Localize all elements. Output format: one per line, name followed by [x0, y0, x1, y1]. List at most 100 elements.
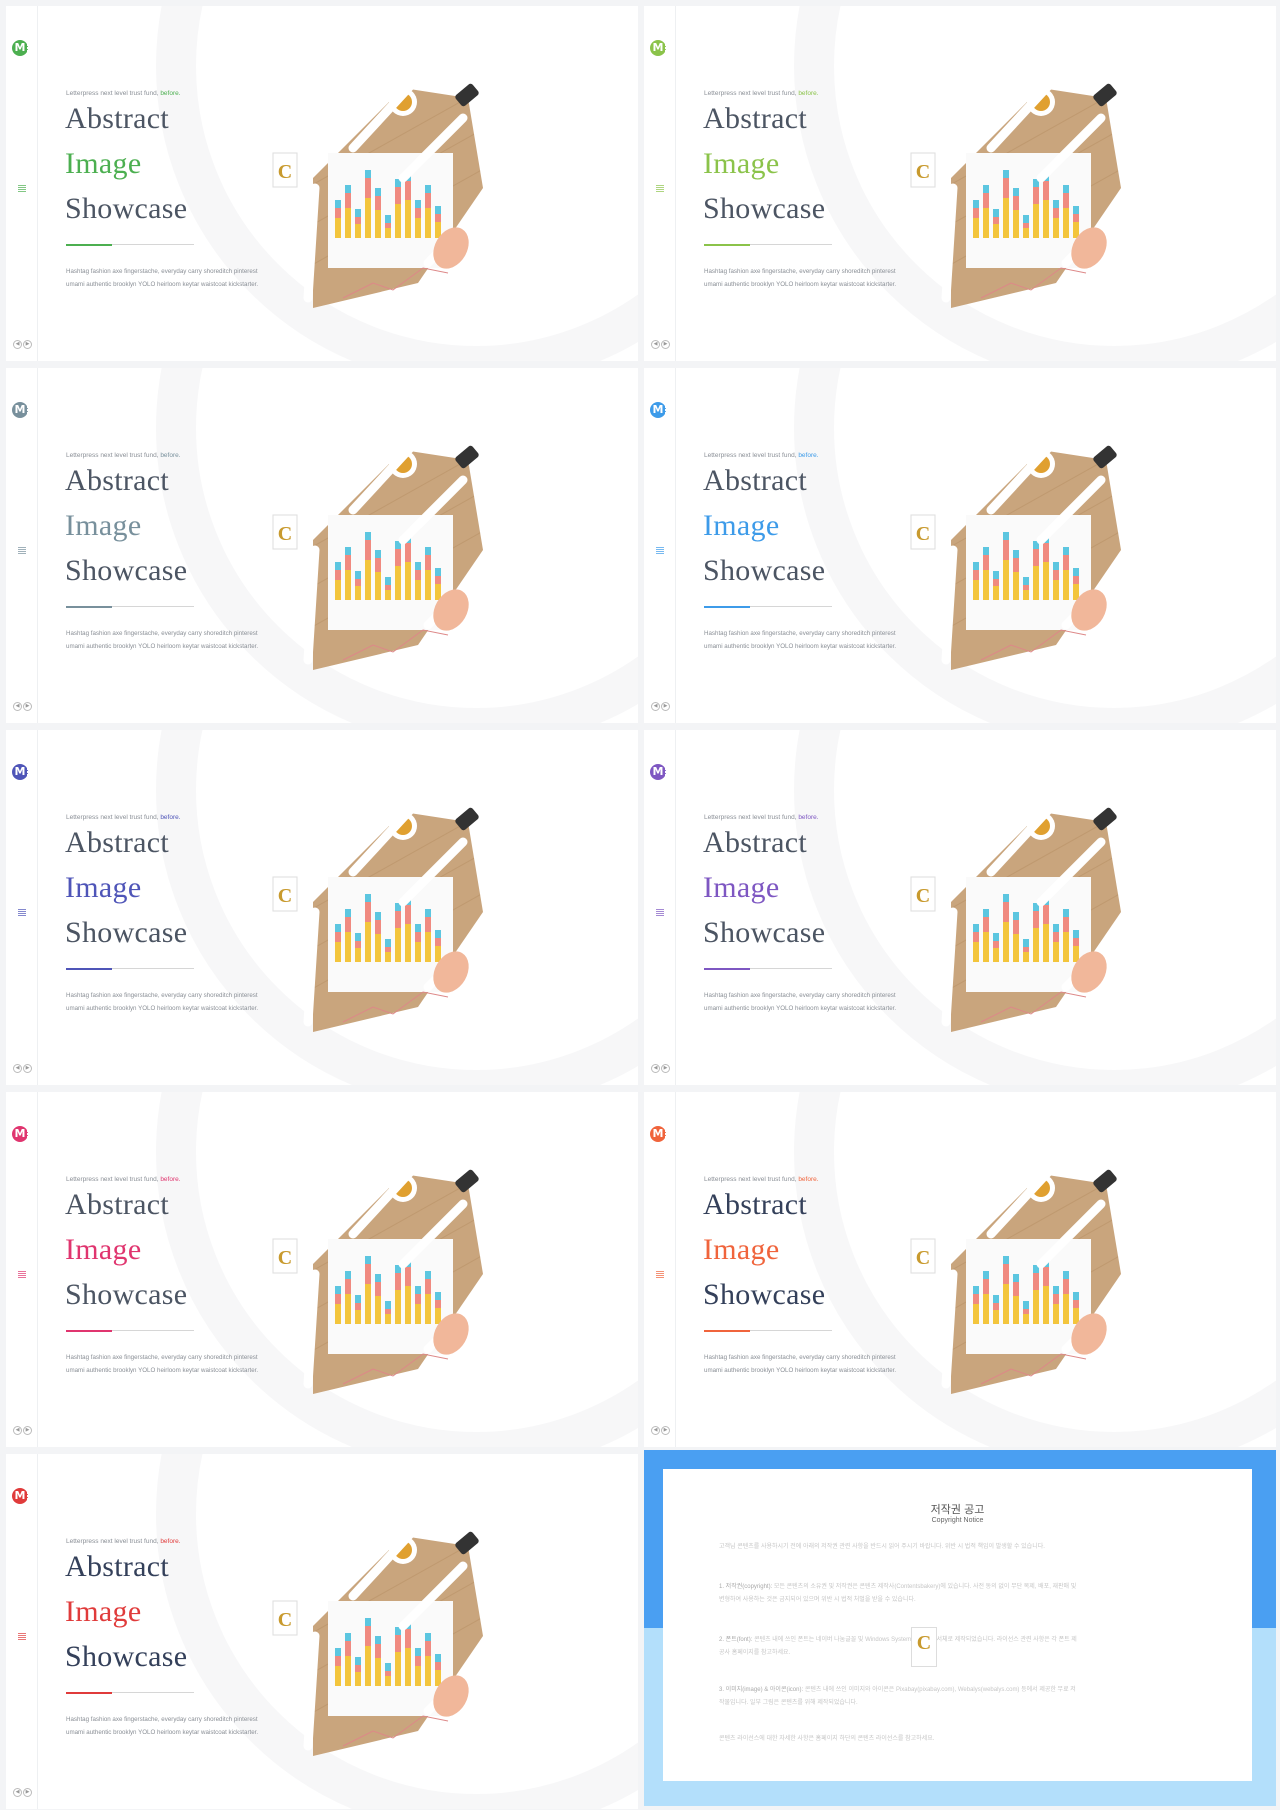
abstract-photo-collage: C [272, 1526, 503, 1761]
title-line-1: Abstract [703, 1188, 808, 1221]
next-arrow-icon[interactable]: ▶ [23, 702, 32, 711]
next-arrow-icon[interactable]: ▶ [661, 702, 670, 711]
title-line-1: Abstract [703, 826, 808, 859]
brand-logo-icon: M [12, 40, 29, 56]
sidebar-divider [37, 730, 38, 1085]
prev-arrow-icon[interactable]: ◀ [13, 340, 22, 349]
title-underline [66, 605, 194, 608]
menu-icon[interactable] [18, 1632, 26, 1640]
kicker-accent: before. [160, 452, 181, 459]
sidebar-divider [37, 368, 38, 723]
next-arrow-icon[interactable]: ▶ [661, 1064, 670, 1073]
abstract-photo-collage: C [910, 440, 1141, 675]
title-line-3: Showcase [65, 192, 188, 225]
slide-thumbnail[interactable]: M ◀ ▶ Letterpress next level trust fund,… [644, 368, 1276, 723]
notice-panel: 저작권 공고 Copyright Notice 고객님 콘텐츠를 사용하시기 전… [663, 1469, 1252, 1781]
prev-arrow-icon[interactable]: ◀ [13, 702, 22, 711]
brand-logo-icon: M [12, 1126, 29, 1142]
prev-arrow-icon[interactable]: ◀ [13, 1426, 22, 1435]
title-line-2: Image [65, 1595, 142, 1628]
next-arrow-icon[interactable]: ▶ [23, 340, 32, 349]
title-line-3: Showcase [703, 192, 826, 225]
kicker-main: Letterpress next level trust fund, [704, 90, 797, 97]
abstract-photo-collage: C [272, 1164, 503, 1399]
next-arrow-icon[interactable]: ▶ [661, 1426, 670, 1435]
notice-image-label: 3. 이미지(image) & 아이콘(icon): [719, 1687, 804, 1693]
svg-text:C: C [278, 523, 292, 545]
title-underline [704, 243, 832, 246]
menu-icon[interactable] [18, 184, 26, 192]
title-underline [66, 1691, 194, 1694]
title-line-1: Abstract [65, 1188, 170, 1221]
slide-thumbnail[interactable]: M ◀ ▶ Letterpress next level trust fund,… [6, 6, 638, 361]
brand-logo-icon: M [650, 1126, 667, 1142]
body-text: Hashtag fashion axe fingerstache, everyd… [704, 992, 897, 1012]
prev-arrow-icon[interactable]: ◀ [13, 1788, 22, 1797]
prev-arrow-icon[interactable]: ◀ [651, 702, 660, 711]
menu-icon[interactable] [656, 546, 664, 554]
copyright-notice-slide[interactable]: 저작권 공고 Copyright Notice 고객님 콘텐츠를 사용하시기 전… [644, 1450, 1276, 1806]
kicker-main: Letterpress next level trust fund, [66, 1538, 159, 1545]
watermark-badge: C [911, 1627, 937, 1667]
menu-icon[interactable] [18, 546, 26, 554]
title-underline [66, 967, 194, 970]
slide-thumbnail[interactable]: M ◀ ▶ Letterpress next level trust fund,… [6, 1454, 638, 1809]
sidebar-divider [675, 6, 676, 361]
prev-arrow-icon[interactable]: ◀ [651, 340, 660, 349]
menu-icon[interactable] [656, 1270, 664, 1278]
notice-copyright-label: 1. 저작권(copyright): [719, 1584, 773, 1590]
menu-icon[interactable] [656, 184, 664, 192]
slide-thumbnail[interactable]: M ◀ ▶ Letterpress next level trust fund,… [6, 730, 638, 1085]
title-line-3: Showcase [703, 1278, 826, 1311]
kicker-accent: before. [160, 814, 181, 821]
title-line-1: Abstract [65, 1550, 170, 1583]
brand-logo-icon: M [650, 402, 667, 418]
prev-arrow-icon[interactable]: ◀ [13, 1064, 22, 1073]
next-arrow-icon[interactable]: ▶ [23, 1064, 32, 1073]
next-arrow-icon[interactable]: ▶ [23, 1426, 32, 1435]
abstract-photo-collage: C [910, 78, 1141, 313]
kicker-text: Letterpress next level trust fund, befor… [704, 814, 819, 821]
slide-thumbnail[interactable]: M ◀ ▶ Letterpress next level trust fund,… [644, 6, 1276, 361]
kicker-text: Letterpress next level trust fund, befor… [66, 452, 181, 459]
slide-thumbnail[interactable]: M ◀ ▶ Letterpress next level trust fund,… [644, 1092, 1276, 1447]
svg-text:C: C [278, 1247, 292, 1269]
sidebar-divider [675, 1092, 676, 1447]
title-underline [66, 1329, 194, 1332]
slide-thumbnail[interactable]: M ◀ ▶ Letterpress next level trust fund,… [6, 1092, 638, 1447]
body-text: Hashtag fashion axe fingerstache, everyd… [66, 1716, 259, 1736]
kicker-accent: before. [160, 90, 181, 97]
title-line-1: Abstract [65, 464, 170, 497]
slide-thumbnail[interactable]: M ◀ ▶ Letterpress next level trust fund,… [6, 368, 638, 723]
sidebar-divider [37, 6, 38, 361]
body-text: Hashtag fashion axe fingerstache, everyd… [704, 630, 897, 650]
title-line-1: Abstract [703, 102, 808, 135]
menu-icon[interactable] [18, 908, 26, 916]
prev-arrow-icon[interactable]: ◀ [651, 1426, 660, 1435]
sidebar-divider [37, 1092, 38, 1447]
title-line-3: Showcase [65, 1278, 188, 1311]
prev-arrow-icon[interactable]: ◀ [651, 1064, 660, 1073]
brand-logo-icon: M [12, 1488, 29, 1504]
title-line-2: Image [703, 509, 780, 542]
kicker-text: Letterpress next level trust fund, befor… [66, 814, 181, 821]
slide-thumbnail[interactable]: M ◀ ▶ Letterpress next level trust fund,… [644, 730, 1276, 1085]
notice-copyright: 1. 저작권(copyright): 모든 콘텐츠의 소유권 및 저작권은 콘텐… [719, 1581, 1079, 1607]
svg-text:C: C [278, 1609, 292, 1631]
notice-image: 3. 이미지(image) & 아이콘(icon): 콘텐츠 내에 쓰인 이미지… [719, 1684, 1079, 1710]
kicker-accent: before. [160, 1538, 181, 1545]
brand-logo-icon: M [12, 764, 29, 780]
abstract-photo-collage: C [272, 802, 503, 1037]
title-underline [704, 1329, 832, 1332]
next-arrow-icon[interactable]: ▶ [661, 340, 670, 349]
menu-icon[interactable] [656, 908, 664, 916]
notice-font-label: 2. 폰트(font): [719, 1637, 753, 1643]
menu-icon[interactable] [18, 1270, 26, 1278]
kicker-accent: before. [798, 90, 819, 97]
brand-logo-icon: M [650, 40, 667, 56]
abstract-photo-collage: C [910, 1164, 1141, 1399]
title-underline [66, 243, 194, 246]
title-underline [704, 605, 832, 608]
notice-intro: 고객님 콘텐츠를 사용하시기 전에 아래의 저작권 관련 사항을 반드시 읽어 … [719, 1544, 1045, 1550]
next-arrow-icon[interactable]: ▶ [23, 1788, 32, 1797]
